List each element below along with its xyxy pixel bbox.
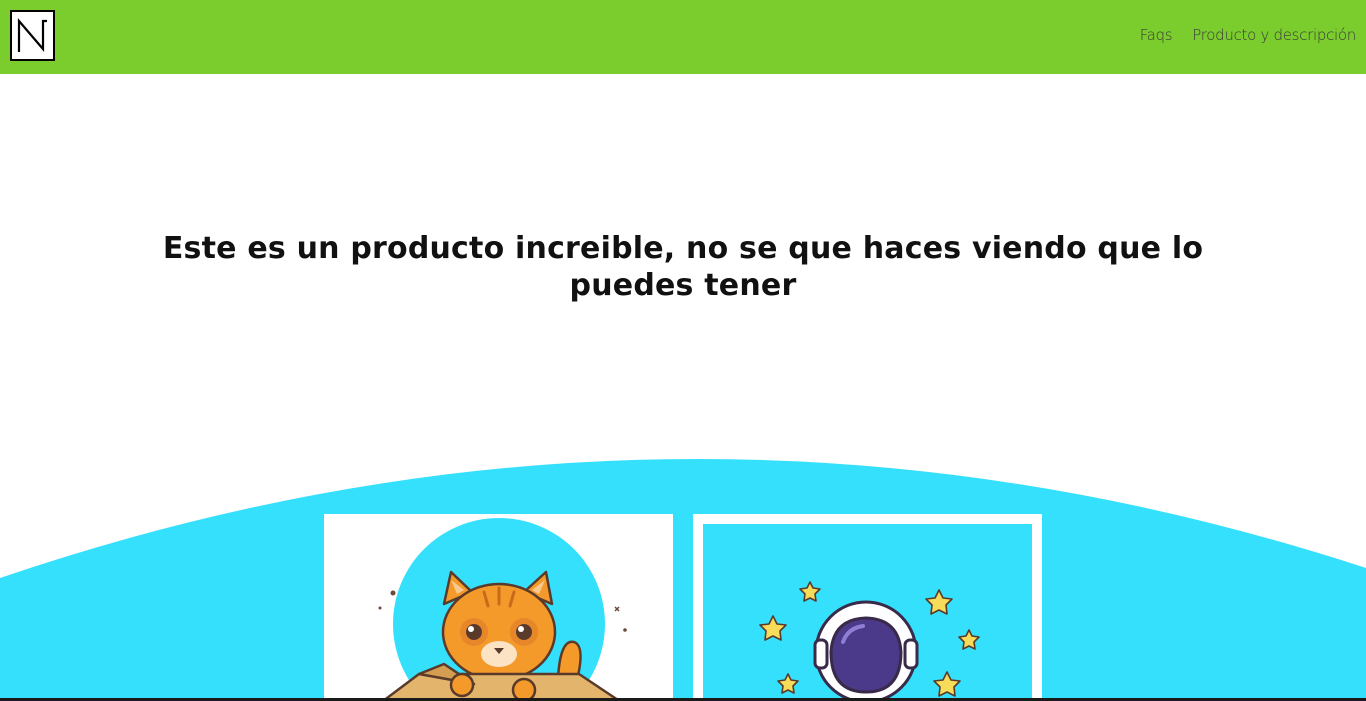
nav-link-product[interactable]: Producto y descripción xyxy=(1192,26,1356,44)
top-navbar: Faqs Producto y descripción xyxy=(0,0,1366,74)
wave-background xyxy=(0,458,1366,701)
product-card-astronaut[interactable] xyxy=(693,514,1042,701)
hero-title: Este es un producto increible, no se que… xyxy=(162,231,1204,303)
product-card-cat[interactable] xyxy=(324,514,673,701)
logo-icon[interactable] xyxy=(10,10,55,61)
astronaut-with-stars-illustration xyxy=(759,581,980,701)
nav-menu: Faqs Producto y descripción xyxy=(1140,26,1357,44)
cat-in-box-illustration xyxy=(324,514,673,701)
nav-link-faqs[interactable]: Faqs xyxy=(1140,26,1173,44)
astronaut-card-image-area xyxy=(703,524,1032,701)
